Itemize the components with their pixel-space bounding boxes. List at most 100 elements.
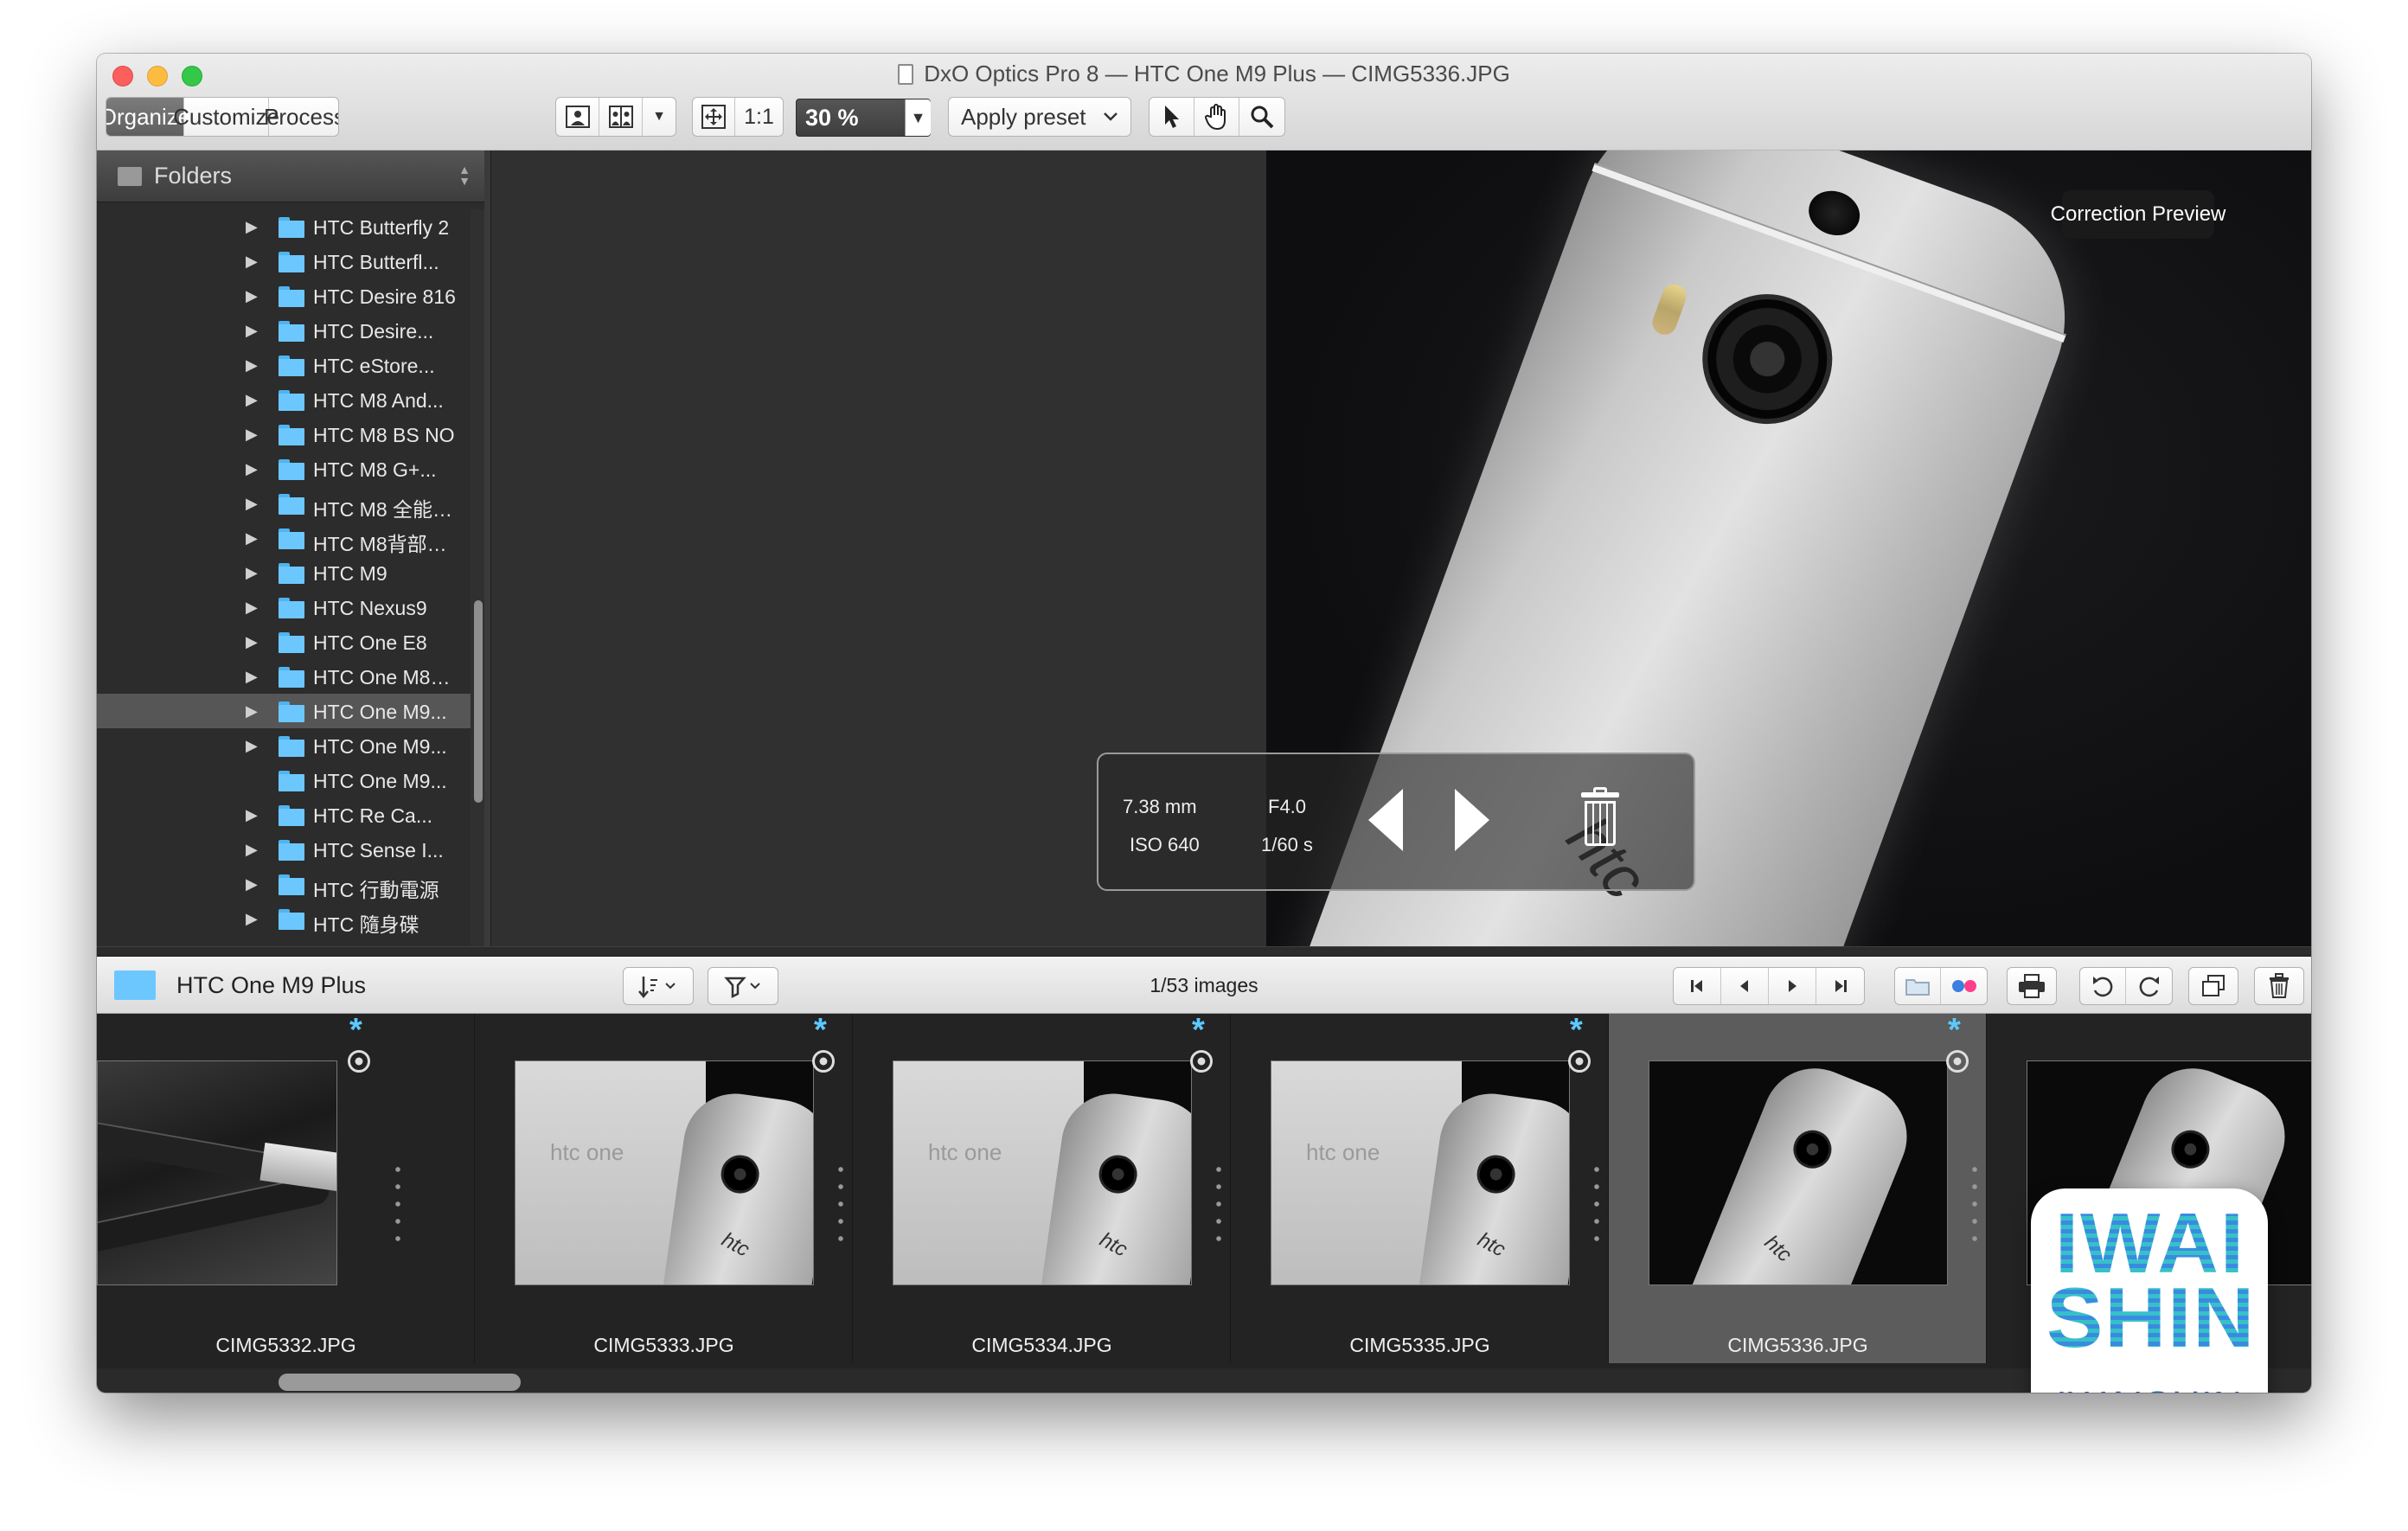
folder-item[interactable]: ▶ HTC Re Ca...	[97, 798, 473, 832]
next-image-button[interactable]	[1455, 789, 1489, 851]
disclosure-triangle-icon[interactable]: ▶	[246, 668, 258, 686]
folder-item[interactable]: ▶ HTC M8 And...	[97, 382, 473, 417]
disclosure-triangle-icon[interactable]: ▶	[246, 910, 258, 928]
folder-label: HTC Nexus9	[313, 597, 427, 619]
processing-status-icon[interactable]	[1190, 1050, 1213, 1073]
filmstrip-thumbnail[interactable]: htc one htc * CIMG5335.JPG	[1231, 1012, 1609, 1363]
star-icon[interactable]: *	[1570, 1012, 1583, 1049]
view-mode-dropdown[interactable]: ▼	[643, 98, 676, 136]
disclosure-triangle-icon[interactable]: ▶	[246, 564, 258, 582]
processing-status-icon[interactable]	[1568, 1050, 1591, 1073]
tab-process[interactable]: Process	[264, 98, 338, 136]
previous-image-button[interactable]	[1368, 789, 1403, 851]
folder-item[interactable]: ▶ HTC Desire 816	[97, 279, 473, 313]
disclosure-triangle-icon[interactable]: ▶	[246, 287, 258, 305]
star-icon[interactable]: *	[1948, 1012, 1961, 1049]
disclosure-triangle-icon[interactable]: ▶	[246, 633, 258, 651]
sidebar-scroll-thumb[interactable]	[474, 600, 483, 803]
one-to-one-button[interactable]: 1:1	[735, 98, 783, 136]
folders-sidebar: Folders ▲ ▼ ▶ HTC Butterfly 2 ▶ HTC Butterfl…	[97, 151, 484, 946]
compare-view-button[interactable]	[599, 98, 643, 136]
folder-item[interactable]: ▶ HTC M8 BS NO	[97, 417, 473, 452]
undo-button[interactable]	[2080, 968, 2127, 1004]
disclosure-triangle-icon[interactable]: ▶	[246, 356, 258, 375]
folder-item[interactable]: ▶ HTC M8 G+...	[97, 452, 473, 486]
disclosure-triangle-icon[interactable]: ▶	[246, 460, 258, 478]
disclosure-triangle-icon[interactable]: ▶	[246, 426, 258, 444]
folder-item[interactable]: ▶ HTC M9	[97, 555, 473, 590]
disclosure-triangle-icon[interactable]: ▶	[246, 806, 258, 824]
zoom-dropdown[interactable]: ▼	[905, 99, 931, 136]
drag-handle-icon[interactable]	[838, 1161, 843, 1247]
filter-button[interactable]	[708, 967, 778, 1005]
fit-screen-button[interactable]	[693, 98, 736, 136]
folder-item[interactable]: ▶ HTC eStore...	[97, 348, 473, 382]
disclosure-triangle-icon[interactable]: ▶	[246, 391, 258, 409]
star-icon[interactable]: *	[349, 1012, 362, 1049]
disclosure-triangle-icon[interactable]: ▶	[246, 322, 258, 340]
virtual-copy-button[interactable]	[2188, 967, 2238, 1005]
sidebar-scrollbar[interactable]	[471, 209, 484, 946]
sort-arrows-icon[interactable]: ▲ ▼	[458, 163, 471, 187]
print-button[interactable]	[2007, 967, 2057, 1005]
next-image-button-strip[interactable]	[1769, 968, 1816, 1004]
star-icon[interactable]: *	[814, 1012, 827, 1049]
sort-button[interactable]	[623, 967, 694, 1005]
prev-image-button[interactable]	[1721, 968, 1769, 1004]
disclosure-triangle-icon[interactable]: ▶	[246, 737, 258, 755]
disclosure-triangle-icon[interactable]: ▶	[246, 702, 258, 721]
filmstrip-scroll-thumb[interactable]	[279, 1374, 521, 1391]
folder-item[interactable]: ▶ HTC One M8…	[97, 659, 473, 694]
hand-tool-button[interactable]	[1194, 98, 1239, 136]
folder-item[interactable]: ▶ HTC One M9...	[97, 694, 473, 728]
reveal-in-finder-button[interactable]	[1895, 968, 1942, 1004]
folder-item[interactable]: ▶ HTC Sense I...	[97, 832, 473, 867]
viewer-filmstrip-splitter[interactable]	[97, 946, 2311, 957]
disclosure-triangle-icon[interactable]: ▶	[246, 253, 258, 271]
folder-item[interactable]: ▶ HTC 行動電源	[97, 867, 473, 901]
filmstrip-thumbnail[interactable]: htc one htc * CIMG5334.JPG	[853, 1012, 1231, 1363]
delete-button[interactable]	[2254, 967, 2304, 1005]
flickr-button[interactable]	[1941, 968, 1987, 1004]
single-view-button[interactable]	[556, 98, 599, 136]
disclosure-triangle-icon[interactable]: ▶	[246, 841, 258, 859]
sidebar-splitter[interactable]	[484, 151, 491, 946]
drag-handle-icon[interactable]	[1594, 1161, 1599, 1247]
drag-handle-icon[interactable]	[1216, 1161, 1221, 1247]
tab-customize[interactable]: Customize	[173, 98, 279, 136]
folder-item[interactable]: ▶ HTC 隨身碟	[97, 901, 473, 936]
folder-item[interactable]: HTC One M9...	[97, 763, 473, 798]
redo-button[interactable]	[2126, 968, 2172, 1004]
star-icon[interactable]: *	[1192, 1012, 1205, 1049]
correction-preview-button[interactable]: Correction Preview	[2051, 190, 2225, 239]
apply-preset-button[interactable]: Apply preset	[948, 97, 1131, 137]
folder-item[interactable]: ▶ HTC Nexus9	[97, 590, 473, 625]
folder-item[interactable]: ▶ HTC Butterfly 2	[97, 209, 473, 244]
filmstrip-thumbnail[interactable]: * CIMG5332.JPG	[97, 1012, 475, 1363]
filmstrip-thumbnail[interactable]: htc one htc * CIMG5333.JPG	[475, 1012, 853, 1363]
drag-handle-icon[interactable]	[395, 1161, 400, 1247]
folder-item[interactable]: ▶ HTC Butterfl...	[97, 244, 473, 279]
folder-item[interactable]: ▶ HTC One E8	[97, 625, 473, 659]
processing-status-icon[interactable]	[812, 1050, 835, 1073]
zoom-tool-button[interactable]	[1239, 98, 1284, 136]
pointer-tool-button[interactable]	[1150, 98, 1194, 136]
folder-item[interactable]: ▶ HTC One M9...	[97, 728, 473, 763]
disclosure-triangle-icon[interactable]: ▶	[246, 599, 258, 617]
disclosure-triangle-icon[interactable]: ▶	[246, 218, 258, 236]
folder-item[interactable]: ▶ HTC Desire...	[97, 313, 473, 348]
folders-header[interactable]: Folders ▲ ▼	[97, 151, 484, 202]
disclosure-triangle-icon[interactable]: ▶	[246, 529, 258, 548]
disclosure-triangle-icon[interactable]: ▶	[246, 875, 258, 894]
drag-handle-icon[interactable]	[1972, 1161, 1977, 1247]
last-image-button[interactable]	[1816, 968, 1864, 1004]
copy-icon	[2202, 975, 2225, 996]
folder-item[interactable]: ▶ HTC M8 全能…	[97, 486, 473, 521]
processing-status-icon[interactable]	[1946, 1050, 1969, 1073]
delete-image-button[interactable]	[1581, 787, 1619, 846]
processing-status-icon[interactable]	[348, 1050, 370, 1073]
folder-item[interactable]: ▶ HTC M8背部…	[97, 521, 473, 555]
filmstrip-thumbnail[interactable]: htc * CIMG5336.JPG	[1609, 1012, 1987, 1363]
first-image-button[interactable]	[1674, 968, 1721, 1004]
disclosure-triangle-icon[interactable]: ▶	[246, 495, 258, 513]
